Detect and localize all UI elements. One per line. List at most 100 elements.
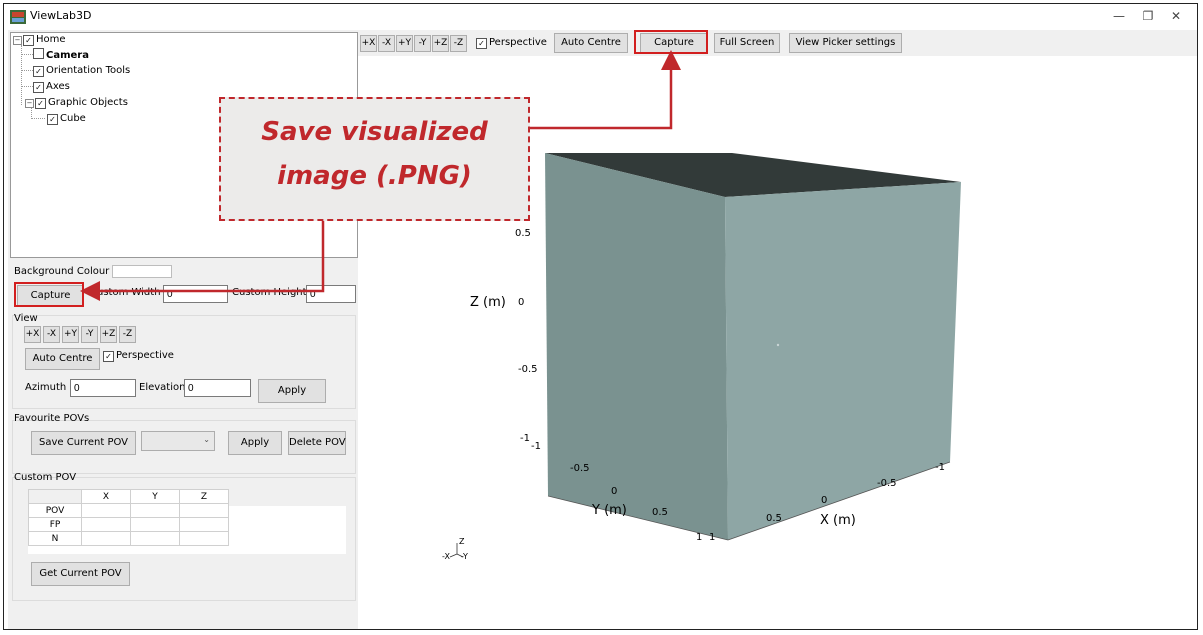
checkbox-unchecked-icon[interactable]: [33, 48, 44, 59]
table-cell[interactable]: [179, 503, 229, 518]
background-colour-label: Background Colour: [14, 266, 110, 277]
table-cell[interactable]: [130, 531, 180, 546]
chevron-down-icon: ⌄: [203, 435, 210, 444]
left-view-button[interactable]: +X: [24, 326, 41, 343]
perspective-checkbox-toolbar[interactable]: ✓ Perspective: [476, 37, 547, 49]
table-cell[interactable]: [179, 531, 229, 546]
custom-width-label: Custom Width: [90, 287, 161, 298]
checkbox-checked-icon[interactable]: ✓: [33, 66, 44, 77]
triad-z-label: Z: [459, 537, 465, 546]
custom-pov-table: X Y Z POV FP N: [28, 489, 229, 546]
z-tick-label: -1: [520, 433, 530, 444]
toolbar-view-button[interactable]: +Y: [396, 35, 413, 52]
checkbox-checked-icon[interactable]: ✓: [35, 98, 46, 109]
triad-x-label: -X: [442, 552, 450, 561]
view-group-label: View: [14, 313, 38, 324]
row-header-fp: FP: [28, 517, 82, 532]
y-tick-label: -0.5: [570, 463, 590, 474]
left-view-button[interactable]: -Y: [81, 326, 98, 343]
elevation-input[interactable]: [184, 379, 251, 397]
apply-view-button[interactable]: Apply: [258, 379, 326, 403]
x-tick-label: 0.5: [766, 513, 782, 524]
tree-item-orientation-tools[interactable]: ✓ Orientation Tools: [33, 64, 130, 78]
perspective-checkbox-left[interactable]: ✓ Perspective: [103, 350, 174, 362]
column-header-y: Y: [130, 489, 180, 504]
table-row: N: [28, 531, 229, 546]
x-tick-label: 0: [821, 495, 828, 506]
close-button[interactable]: ✕: [1166, 8, 1186, 24]
custom-height-input[interactable]: [306, 285, 356, 303]
favourite-pov-select[interactable]: ⌄: [141, 431, 215, 451]
y-tick-label: -1: [531, 441, 541, 452]
azimuth-label: Azimuth: [25, 382, 67, 393]
toolbar-view-button[interactable]: -Z: [450, 35, 467, 52]
background-colour-swatch[interactable]: [112, 265, 172, 278]
table-header-row: X Y Z: [28, 489, 229, 504]
checkbox-checked-icon[interactable]: ✓: [103, 351, 114, 362]
collapse-icon[interactable]: −: [13, 36, 22, 45]
delete-pov-button[interactable]: Delete POV: [288, 431, 346, 455]
toolbar-view-button[interactable]: -Y: [414, 35, 431, 52]
left-view-button[interactable]: +Z: [100, 326, 117, 343]
get-current-pov-button[interactable]: Get Current POV: [31, 562, 130, 586]
tree-item-cube[interactable]: ✓ Cube: [47, 112, 86, 126]
y-axis-label: Y (m): [592, 503, 627, 518]
left-view-button[interactable]: -Z: [119, 326, 136, 343]
tree-item-camera[interactable]: Camera: [33, 48, 89, 62]
table-cell[interactable]: [81, 503, 131, 518]
checkbox-checked-icon[interactable]: ✓: [47, 114, 58, 125]
capture-toolbar-highlight: [634, 30, 708, 54]
table-row: POV: [28, 503, 229, 518]
z-tick-label: -0.5: [518, 364, 538, 375]
column-header-x: X: [81, 489, 131, 504]
azimuth-input[interactable]: [70, 379, 136, 397]
checkbox-checked-icon[interactable]: ✓: [23, 35, 34, 46]
row-header-n: N: [28, 531, 82, 546]
toolbar-view-button[interactable]: +Z: [432, 35, 449, 52]
maximize-button[interactable]: ❐: [1138, 8, 1158, 24]
custom-width-input[interactable]: [163, 285, 228, 303]
x-axis-label: X (m): [820, 513, 856, 528]
apply-pov-button[interactable]: Apply: [228, 431, 282, 455]
toolbar-view-button[interactable]: -X: [378, 35, 395, 52]
annotation-callout: Save visualized image (.PNG): [219, 97, 530, 221]
tree-item-home[interactable]: − ✓ Home: [13, 33, 66, 47]
collapse-icon[interactable]: −: [25, 99, 34, 108]
checkbox-checked-icon[interactable]: ✓: [476, 38, 487, 49]
tree-item-graphic-objects[interactable]: − ✓ Graphic Objects: [25, 96, 128, 110]
cube-front-face: [545, 153, 728, 540]
callout-line-2: image (.PNG): [277, 161, 472, 191]
toolbar-view-button[interactable]: +X: [360, 35, 377, 52]
view-picker-settings-button[interactable]: View Picker settings: [789, 33, 902, 53]
table-cell[interactable]: [81, 517, 131, 532]
full-screen-button[interactable]: Full Screen: [714, 33, 780, 53]
save-current-pov-button[interactable]: Save Current POV: [31, 431, 136, 455]
column-header-z: Z: [179, 489, 229, 504]
cube-side-face: [725, 182, 961, 540]
y-tick-label: 0.5: [652, 507, 668, 518]
y-tick-label: 0: [611, 486, 618, 497]
table-cell[interactable]: [81, 531, 131, 546]
auto-centre-button-toolbar[interactable]: Auto Centre: [554, 33, 628, 53]
z-axis-label: Z (m): [470, 295, 506, 310]
x-tick-label: -1: [935, 462, 945, 473]
table-cell[interactable]: [130, 503, 180, 518]
z-tick-label: 0: [518, 297, 525, 308]
checkbox-checked-icon[interactable]: ✓: [33, 82, 44, 93]
minimize-button[interactable]: —: [1109, 8, 1129, 24]
callout-line-1: Save visualized: [261, 117, 488, 147]
center-point: [776, 343, 780, 347]
table-cell[interactable]: [179, 517, 229, 532]
left-view-button[interactable]: -X: [43, 326, 60, 343]
y-tick-label: 1: [696, 532, 703, 543]
x-tick-label: 1: [709, 532, 716, 543]
custom-height-label: Custom Height: [232, 287, 307, 298]
table-cell[interactable]: [130, 517, 180, 532]
app-logo-icon: [10, 10, 26, 24]
table-row: FP: [28, 517, 229, 532]
x-tick-label: -0.5: [877, 478, 897, 489]
auto-centre-button-left[interactable]: Auto Centre: [25, 348, 100, 370]
left-view-button[interactable]: +Y: [62, 326, 79, 343]
window-title: ViewLab3D: [30, 9, 92, 22]
tree-item-axes[interactable]: ✓ Axes: [33, 80, 70, 94]
